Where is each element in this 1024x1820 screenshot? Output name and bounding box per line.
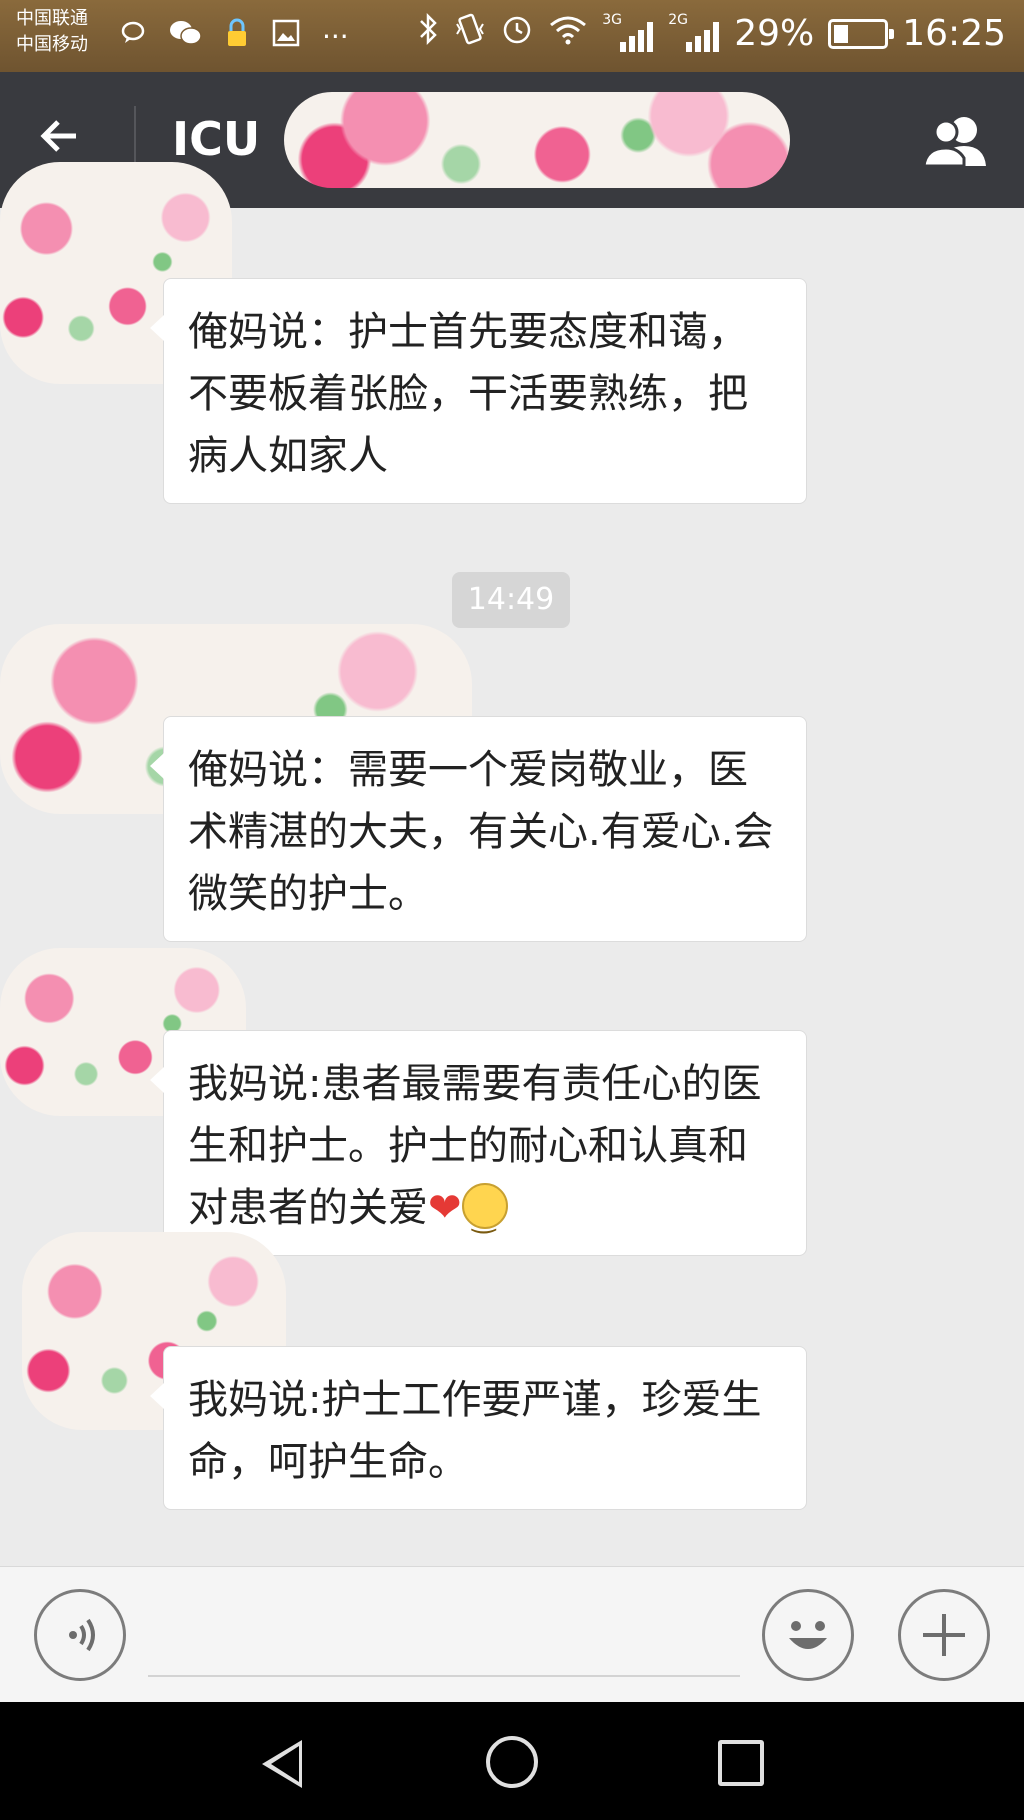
battery-icon bbox=[828, 18, 895, 49]
network-2-label: 2G bbox=[668, 11, 688, 28]
nav-home-icon[interactable] bbox=[486, 1736, 538, 1788]
wifi-icon bbox=[548, 13, 588, 54]
wechat-icon bbox=[168, 19, 202, 54]
message-bubble[interactable]: 我妈说:患者最需要有责任心的医生和护士。护士的耐心和认真和对患者的关爱❤ bbox=[150, 1030, 807, 1256]
heart-emoji-icon: ❤ bbox=[428, 1185, 462, 1231]
message-bubble[interactable]: 我妈说:护士工作要严谨，珍爱生命，呵护生命。 bbox=[150, 1346, 807, 1510]
carrier-2: 中国移动 bbox=[16, 34, 88, 55]
message-text: 俺妈说：需要一个爱岗敬业，医术精湛的大夫，有关心.有爱心.会微笑的护士。 bbox=[188, 747, 774, 917]
message-text: 俺妈说：护士首先要态度和蔼，不要板着张脸，干活要熟练，把病人如家人 bbox=[188, 309, 748, 479]
system-nav-bar bbox=[0, 1702, 1024, 1820]
plus-icon bbox=[923, 1614, 965, 1656]
carrier-labels: 中国联通 中国移动 bbox=[16, 6, 88, 58]
obscured-title-sticker bbox=[284, 92, 790, 188]
bluetooth-icon bbox=[418, 12, 440, 55]
more-icon: ··· bbox=[322, 20, 349, 53]
nav-recent-icon[interactable] bbox=[718, 1740, 764, 1786]
battery-fill bbox=[834, 24, 849, 43]
group-members-icon bbox=[922, 117, 986, 168]
time-divider: 14:49 bbox=[452, 572, 570, 628]
clock: 16:25 bbox=[902, 13, 1006, 54]
voice-icon bbox=[69, 1618, 95, 1652]
network-1-label: 3G bbox=[602, 11, 622, 28]
notification-icons: ··· bbox=[120, 18, 349, 55]
input-bar bbox=[0, 1566, 1024, 1702]
status-bar: 中国联通 中国移动 ··· 3G 2G 29% 16:25 bbox=[0, 0, 1024, 72]
lock-icon bbox=[224, 18, 250, 55]
message-bubble[interactable]: 俺妈说：护士首先要态度和蔼，不要板着张脸，干活要熟练，把病人如家人 bbox=[150, 278, 807, 504]
chat-bubble-icon bbox=[120, 20, 146, 53]
message-text: 我妈说:护士工作要严谨，珍爱生命，呵护生命。 bbox=[188, 1377, 762, 1485]
smile-emoji-icon bbox=[461, 1183, 508, 1249]
signal-3g-icon: 3G bbox=[602, 11, 654, 54]
message-input[interactable] bbox=[148, 1675, 740, 1677]
system-indicators: 3G 2G 29% 16:25 bbox=[418, 12, 1006, 55]
plus-button[interactable] bbox=[898, 1589, 990, 1681]
signal-2g-icon: 2G bbox=[668, 11, 720, 54]
chat-title: ICU bbox=[172, 112, 261, 166]
arrow-left-icon bbox=[40, 120, 76, 152]
emoji-icon bbox=[789, 1621, 827, 1649]
group-members-button[interactable] bbox=[918, 108, 998, 178]
voice-button[interactable] bbox=[34, 1589, 126, 1681]
emoji-button[interactable] bbox=[762, 1589, 854, 1681]
image-icon bbox=[272, 19, 300, 54]
alarm-icon bbox=[500, 12, 534, 55]
vibrate-icon bbox=[454, 12, 486, 55]
message-bubble[interactable]: 俺妈说：需要一个爱岗敬业，医术精湛的大夫，有关心.有爱心.会微笑的护士。 bbox=[150, 716, 807, 942]
carrier-1: 中国联通 bbox=[16, 8, 88, 29]
nav-back-icon[interactable] bbox=[262, 1740, 302, 1788]
battery-percent: 29% bbox=[734, 13, 815, 54]
